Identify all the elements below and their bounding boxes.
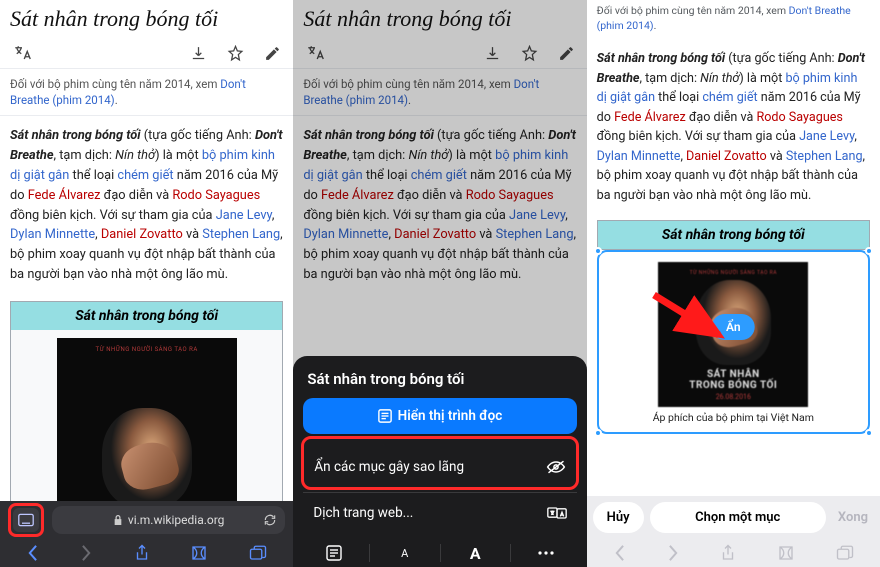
arrow-annotation — [649, 287, 749, 351]
screenshot-panel-3: Đối với bộ phim cùng tên năm 2014, xem D… — [587, 0, 880, 567]
screenshot-panel-2: Sát nhân trong bóng tối Đối với bộ phim … — [293, 0, 586, 567]
sheet-bottom-bar: A A — [293, 539, 586, 567]
sheet-title: Sát nhân trong bóng tối — [303, 368, 576, 398]
page-settings-sheet: Sát nhân trong bóng tối Hiển thị trình đ… — [293, 356, 586, 539]
show-reader-button[interactable]: Hiển thị trình đọc — [303, 398, 576, 434]
highlight-hide-distractions: Ẩn các mục gây sao lãng — [301, 436, 578, 490]
cancel-button[interactable]: Hủy — [593, 502, 644, 533]
reader-mini-icon[interactable] — [299, 539, 369, 567]
hide-eye-icon — [546, 459, 566, 475]
text-larger[interactable]: A — [440, 539, 510, 567]
page-title: Sát nhân trong bóng tối — [0, 0, 293, 42]
translate-icon — [547, 505, 567, 521]
hatnote: Đối với bộ phim cùng tên năm 2014, xem D… — [587, 0, 880, 39]
download-icon[interactable] — [190, 45, 207, 62]
lock-icon — [113, 514, 123, 526]
choose-item-label: Chọn một mục — [650, 502, 826, 533]
infobox: Sát nhân trong bóng tối — [597, 220, 870, 250]
forward-icon — [667, 544, 680, 562]
article-body: Sát nhân trong bóng tối (tựa gốc tiếng A… — [587, 41, 880, 213]
article-toolbar — [0, 42, 293, 69]
safari-address-bar: vi.m.wikipedia.org — [0, 501, 293, 539]
share-icon[interactable] — [134, 544, 150, 562]
screenshot-panel-1: Sát nhân trong bóng tối Đối với bộ phim … — [0, 0, 293, 567]
safari-nav-bar — [0, 539, 293, 567]
reader-icon — [378, 409, 392, 423]
highlight-reader-button — [8, 503, 44, 537]
url-text: vi.m.wikipedia.org — [128, 513, 225, 527]
language-icon[interactable] — [12, 44, 32, 62]
share-icon — [720, 544, 736, 562]
back-icon[interactable] — [26, 544, 39, 562]
page-settings-button[interactable] — [13, 508, 39, 532]
url-pill[interactable]: vi.m.wikipedia.org — [52, 506, 285, 534]
tabs-icon[interactable] — [249, 545, 267, 561]
edit-icon[interactable] — [264, 45, 281, 62]
text-smaller[interactable]: A — [370, 539, 440, 567]
infobox: Sát nhân trong bóng tối TỪ NHỮNG NGƯỜI S… — [10, 301, 283, 519]
movie-poster: TỪ NHỮNG NGƯỜI SÁNG TẠO RA — [57, 338, 237, 518]
more-icon[interactable] — [511, 539, 581, 567]
safari-nav-bar — [587, 539, 880, 567]
bookmarks-icon — [777, 545, 795, 561]
done-button: Xong — [832, 502, 874, 533]
infobox-header: Sát nhân trong bóng tối — [11, 302, 282, 330]
tabs-icon — [836, 545, 854, 561]
poster-caption: Áp phích của bộ phim tại Việt Nam — [605, 407, 862, 426]
article-body: Sát nhân trong bóng tối (tựa gốc tiếng A… — [0, 118, 293, 293]
translate-row[interactable]: Dịch trang web... — [303, 492, 576, 533]
bookmarks-icon[interactable] — [190, 545, 208, 561]
reload-icon[interactable] — [263, 513, 277, 527]
back-icon — [613, 544, 626, 562]
distraction-action-bar: Hủy Chọn một mục Xong — [587, 496, 880, 539]
hatnote: Đối với bộ phim cùng tên năm 2014, xem D… — [0, 69, 293, 116]
forward-icon — [80, 544, 93, 562]
infobox-header: Sát nhân trong bóng tối — [598, 221, 869, 249]
hide-distractions-row[interactable]: Ẩn các mục gây sao lãng — [304, 447, 575, 487]
selected-element[interactable]: Ẩn TỪ NHỮNG NGƯỜI SÁNG TẠO RA SÁT NHÂNTR… — [597, 250, 870, 434]
star-icon[interactable] — [227, 45, 244, 62]
